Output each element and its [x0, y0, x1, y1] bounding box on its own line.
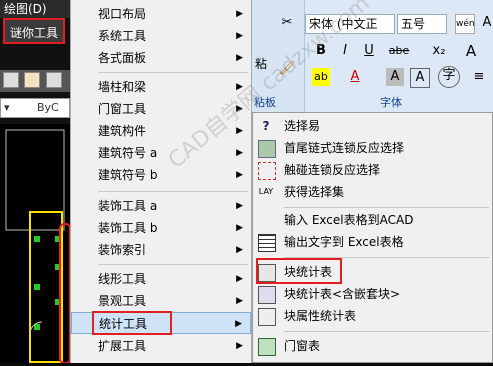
menu-item-building-symbols-a[interactable]: 建筑符号 a ▶ — [71, 142, 251, 164]
highlight-box-statistics — [92, 311, 172, 335]
menu-item-get-selection-set[interactable]: LAY 获得选择集 — [253, 181, 492, 203]
menu-item-export-excel[interactable]: 输出文字到 Excel表格 — [253, 231, 492, 253]
pencil-red-icon[interactable] — [24, 72, 40, 88]
submenu-arrow-icon: ▶ — [236, 31, 243, 41]
subscript-icon[interactable]: x₂ — [430, 42, 448, 60]
nested-block-icon — [258, 286, 276, 304]
submenu-arrow-icon: ▶ — [236, 170, 243, 180]
menu-item-import-excel[interactable]: 输入 Excel表格到ACAD — [253, 209, 492, 231]
char-shading-icon[interactable]: A — [386, 68, 404, 86]
phonetic-guide-icon[interactable]: wén — [455, 14, 475, 34]
drawing-canvas[interactable] — [0, 124, 71, 364]
menu-separator — [98, 72, 248, 73]
door-window-icon — [258, 338, 276, 356]
menu-item-linetype-tools[interactable]: 线形工具 ▶ — [71, 268, 251, 290]
highlight-box-block-statistics — [256, 258, 342, 284]
menu-item-block-statistics-nested[interactable]: 块统计表<含嵌套块> — [253, 283, 492, 305]
menu-item-block-attribute-statistics[interactable]: 块属性统计表 — [253, 305, 492, 327]
underline-button[interactable]: U — [360, 42, 378, 60]
char-border-icon[interactable]: A — [478, 14, 493, 32]
grow-font-button[interactable]: A — [462, 42, 480, 60]
cad-menu-title[interactable]: 绘图(D) — [0, 0, 70, 18]
menu-item-easy-select[interactable]: ? 选择易 — [253, 115, 492, 137]
font-group-label: 字体 — [380, 96, 402, 109]
menu-separator — [98, 264, 248, 265]
submenu-arrow-icon: ▶ — [236, 274, 243, 284]
font-color-icon[interactable]: A — [346, 68, 364, 86]
submenu-arrow-icon: ▶ — [236, 223, 243, 233]
menu-separator — [98, 191, 248, 192]
strikethrough-button[interactable]: abe — [387, 42, 411, 60]
mini-tools-menu: 视口布局 ▶ 系统工具 ▶ 各式面板 ▶ 墙柱和梁 ▶ 门窗工具 ▶ 建筑构件 ▶ 建筑符号… — [70, 0, 252, 363]
chain-select-icon — [258, 140, 276, 158]
question-icon: ? — [262, 119, 270, 133]
font-size-combo[interactable]: 五号 — [397, 14, 447, 34]
menu-item-decoration-index[interactable]: 装饰索引 ▶ — [71, 239, 251, 261]
floorplan-drawing — [5, 129, 71, 364]
pencil-icon[interactable] — [3, 72, 19, 88]
menu-item-viewport-layout[interactable]: 视口布局 ▶ — [71, 3, 251, 25]
highlight-icon[interactable]: ab — [312, 68, 330, 86]
submenu-arrow-icon: ▶ — [236, 296, 243, 306]
pencil-green-icon[interactable] — [46, 72, 62, 88]
layer-combo[interactable]: ▾ ByC — [0, 98, 70, 118]
italic-button[interactable]: I — [336, 42, 354, 60]
menu-separator — [284, 207, 489, 208]
submenu-arrow-icon: ▶ — [236, 201, 243, 211]
submenu-arrow-icon: ▶ — [236, 341, 243, 351]
paragraph-icon[interactable]: ≡ — [470, 68, 488, 86]
block-attr-icon — [258, 308, 276, 326]
menu-item-building-symbols-b[interactable]: 建筑符号 b ▶ — [71, 164, 251, 186]
statistics-submenu: ? 选择易 首尾链式连锁反应选择 触碰连锁反应选择 LAY 获得选择集 输入 E… — [252, 112, 493, 363]
menu-item-extension-tools[interactable]: 扩展工具 ▶ — [71, 335, 251, 357]
submenu-arrow-icon: ▶ — [236, 9, 243, 19]
menu-item-door-window-table[interactable]: 门窗表 — [253, 335, 492, 357]
cut-icon[interactable]: ✂ — [278, 14, 296, 32]
char-border-box-icon[interactable]: A — [410, 68, 430, 88]
selection-set-icon: LAY — [258, 187, 274, 196]
menu-item-decoration-tools-a[interactable]: 装饰工具 a ▶ — [71, 195, 251, 217]
menu-item-decoration-tools-b[interactable]: 装饰工具 b ▶ — [71, 217, 251, 239]
menu-item-panels[interactable]: 各式面板 ▶ — [71, 47, 251, 69]
mini-tools-tab[interactable]: 谜你工具 — [3, 18, 65, 44]
enclose-char-icon[interactable]: 字 — [438, 66, 460, 88]
excel-export-icon — [258, 234, 276, 252]
layer-combo-value: ByC — [37, 101, 59, 114]
submenu-arrow-icon: ▶ — [236, 245, 243, 255]
menu-separator — [284, 331, 489, 332]
menu-item-touch-select[interactable]: 触碰连锁反应选择 — [253, 159, 492, 181]
touch-select-icon — [258, 162, 276, 180]
submenu-arrow-icon: ▶ — [236, 53, 243, 63]
cad-toolbar — [0, 70, 70, 92]
submenu-arrow-icon: ▶ — [235, 319, 242, 329]
dropdown-arrow-icon: ▾ — [4, 101, 10, 114]
submenu-arrow-icon: ▶ — [236, 148, 243, 158]
menu-item-landscape-tools[interactable]: 景观工具 ▶ — [71, 290, 251, 312]
menu-item-chain-select[interactable]: 首尾链式连锁反应选择 — [253, 137, 492, 159]
menu-item-system-tools[interactable]: 系统工具 ▶ — [71, 25, 251, 47]
